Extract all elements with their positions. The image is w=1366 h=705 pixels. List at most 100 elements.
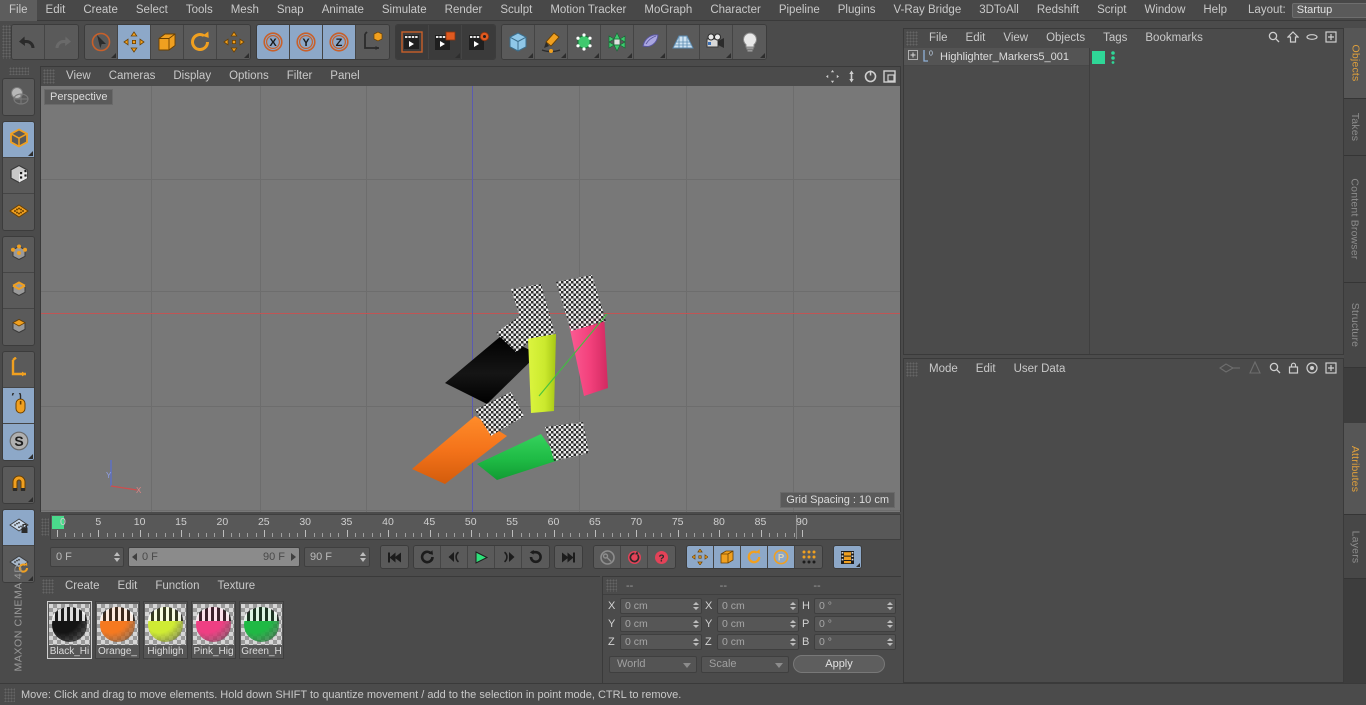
search-icon[interactable] [1269,362,1281,377]
size-input[interactable]: 0 cm [717,616,799,632]
range-right-arrow[interactable] [291,553,296,561]
value-spinner[interactable] [692,636,700,648]
object-row-highlighter-markers[interactable]: 0 Highlighter_Markers5_001 [904,48,1090,66]
size-input[interactable]: 0 cm [717,634,799,650]
target-icon[interactable] [1306,361,1318,377]
menu-create[interactable]: Create [74,0,127,21]
next-frame-button[interactable] [495,546,522,568]
value-spinner[interactable] [789,636,797,648]
go-to-start-button[interactable] [381,546,408,568]
value-spinner[interactable] [692,618,700,630]
dock-tab-takes[interactable]: Takes [1344,99,1366,156]
menu-pipeline[interactable]: Pipeline [770,0,829,21]
menu-v-ray-bridge[interactable]: V-Ray Bridge [884,0,970,21]
redo-button[interactable] [45,25,78,59]
material-item[interactable]: Orange_ [95,601,140,659]
menu-redshift[interactable]: Redshift [1028,0,1088,21]
interpolation-icon[interactable] [1219,362,1241,377]
pla-key-button[interactable] [795,546,822,568]
rotate-tool[interactable] [184,25,217,59]
move-tool[interactable] [118,25,151,59]
search-icon[interactable] [1268,31,1280,46]
timeline-ruler[interactable]: 0 5 10 15 20 25 30 35 40 45 50 55 60 65 70 75 80 85 90 [50,514,901,540]
dock-tab-objects[interactable]: Objects [1344,28,1366,99]
render-region-button[interactable] [429,25,462,59]
add-spline-button[interactable] [535,25,568,59]
menu-motion-tracker[interactable]: Motion Tracker [541,0,635,21]
menu-select[interactable]: Select [127,0,177,21]
material-grip[interactable] [42,579,54,594]
add-scene-button[interactable] [634,25,667,59]
menu-edit[interactable]: Edit [37,0,75,21]
loop-button[interactable] [522,546,549,568]
add-panel-icon[interactable] [1325,361,1337,377]
previous-frame-button[interactable] [441,546,468,568]
viewport-menu-view[interactable]: View [57,67,100,86]
material-item[interactable]: Highligh [143,601,188,659]
expand-toggle-icon[interactable] [908,50,918,63]
dynamic-place-tool[interactable] [217,25,250,59]
play-backwards-button[interactable] [414,546,441,568]
texture-mode-button[interactable] [3,158,34,194]
menu-plugins[interactable]: Plugins [829,0,885,21]
go-to-end-button[interactable] [555,546,582,568]
current-frame-field[interactable]: 0 F [50,547,124,567]
left-toolbar-grip[interactable] [8,67,29,75]
rotation-input[interactable]: 0 ° [814,616,896,632]
object-menu-file[interactable]: File [920,29,957,48]
pan-view-icon[interactable] [825,69,839,83]
world-object-axis[interactable] [356,25,389,59]
object-menu-bookmarks[interactable]: Bookmarks [1136,29,1212,48]
render-settings-button[interactable] [462,25,495,59]
model-mode-button[interactable] [3,122,34,158]
material-item[interactable]: Green_H [239,601,284,659]
enable-axis-button[interactable] [3,352,34,388]
ellipse-icon[interactable] [1306,31,1318,46]
object-menu-tags[interactable]: Tags [1094,29,1136,48]
maximize-view-icon[interactable] [882,69,896,83]
points-mode-button[interactable] [3,237,34,273]
size-input[interactable]: 0 cm [717,598,799,614]
position-input[interactable]: 0 cm [620,634,702,650]
rotation-key-button[interactable] [741,546,768,568]
attribute-content-area[interactable] [904,379,1343,682]
lock-y-axis[interactable]: Y [290,25,323,59]
apply-button[interactable]: Apply [793,655,885,673]
object-grip[interactable] [906,31,918,46]
render-view-button[interactable] [396,25,429,59]
value-spinner[interactable] [789,600,797,612]
home-icon[interactable] [1286,31,1300,46]
coordinates-grip[interactable] [606,579,617,592]
attribute-menu-edit[interactable]: Edit [967,359,1005,379]
menu-tools[interactable]: Tools [177,0,222,21]
current-frame-spinner[interactable] [112,550,121,564]
value-spinner[interactable] [692,600,700,612]
magnet-tool-button[interactable] [3,467,34,503]
edges-mode-button[interactable] [3,273,34,309]
rotation-input[interactable]: 0 ° [814,634,896,650]
add-cube-button[interactable] [502,25,535,59]
attribute-menu-user-data[interactable]: User Data [1005,359,1075,379]
viewport-canvas[interactable]: Perspective Grid Spacing : 10 cm Y X [41,86,900,512]
value-spinner[interactable] [886,636,894,648]
param-key-button[interactable]: P [768,546,795,568]
viewport-menu-options[interactable]: Options [220,67,278,86]
timeline-range-slider[interactable]: 0 F 90 F [128,547,300,567]
object-tree[interactable]: 0 Highlighter_Markers5_001 [904,48,1343,354]
timeline-grip[interactable] [41,518,49,536]
position-input[interactable]: 0 cm [620,598,702,614]
object-menu-view[interactable]: View [994,29,1037,48]
add-light-button[interactable] [733,25,766,59]
transform-mode-dropdown[interactable]: Scale [701,655,789,673]
lock-z-axis[interactable]: Z [323,25,356,59]
menu-render[interactable]: Render [436,0,492,21]
play-button[interactable] [468,546,495,568]
add-panel-icon[interactable] [1325,31,1337,46]
viewport-menu-display[interactable]: Display [164,67,220,86]
toolbar-grip[interactable] [2,25,11,59]
viewport-solo-button[interactable] [3,388,34,424]
attribute-menu-mode[interactable]: Mode [920,359,967,379]
dock-tab-content-browser[interactable]: Content Browser [1344,156,1366,283]
polygons-mode-button[interactable] [3,309,34,345]
menu-help[interactable]: Help [1194,0,1236,21]
